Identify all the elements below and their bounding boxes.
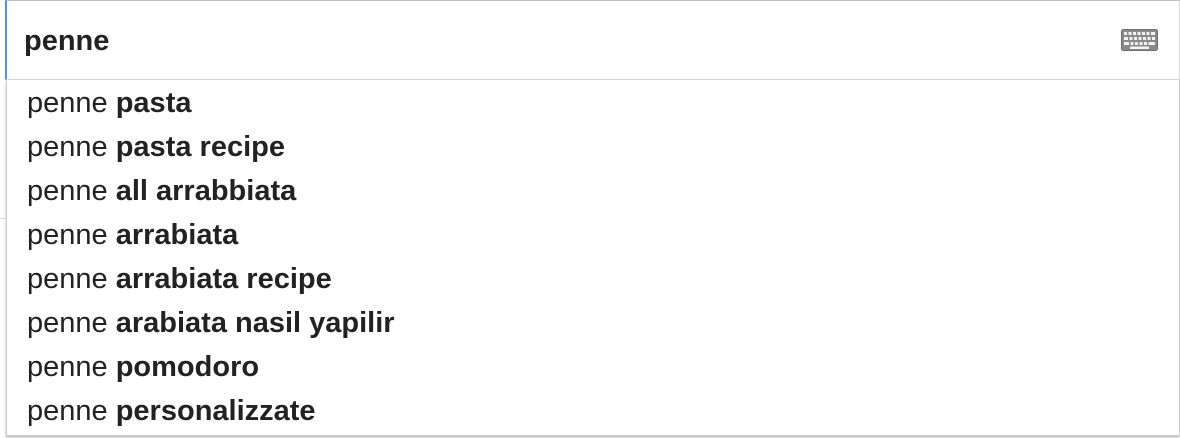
suggestion-item[interactable]: penne arrabiata [7, 213, 1179, 257]
suggestion-prefix: penne [27, 131, 108, 163]
suggestion-item[interactable]: penne all arrabbiata [7, 169, 1179, 213]
suggestion-completion: pasta recipe [115, 131, 285, 163]
suggestions-dropdown: penne pasta penne pasta recipe penne all… [6, 80, 1180, 436]
suggestion-item[interactable]: penne personalizzate [7, 389, 1179, 433]
suggestion-prefix: penne [27, 219, 108, 251]
search-page: penne pasta penne pasta recipe penne all… [0, 0, 1180, 438]
suggestion-prefix: penne [27, 307, 108, 339]
search-box[interactable] [5, 0, 1180, 80]
suggestion-completion: pasta [115, 87, 192, 119]
suggestion-completion: pomodoro [115, 351, 260, 383]
suggestion-completion: all arrabbiata [115, 175, 297, 207]
suggestion-completion: arabiata nasil yapilir [115, 307, 395, 339]
suggestion-prefix: penne [27, 87, 108, 119]
suggestion-item[interactable]: penne pasta recipe [7, 125, 1179, 169]
suggestion-prefix: penne [27, 175, 108, 207]
suggestion-prefix: penne [27, 395, 108, 427]
suggestion-item[interactable]: penne pasta [7, 81, 1179, 125]
suggestion-item[interactable]: penne arrabiata recipe [7, 257, 1179, 301]
suggestion-completion: arrabiata recipe [115, 263, 332, 295]
suggestion-prefix: penne [27, 263, 108, 295]
suggestion-completion: arrabiata [115, 219, 239, 251]
suggestion-item[interactable]: penne pomodoro [7, 345, 1179, 389]
suggestion-prefix: penne [27, 351, 108, 383]
suggestion-completion: personalizzate [115, 395, 316, 427]
suggestion-item[interactable]: penne arabiata nasil yapilir [7, 301, 1179, 345]
keyboard-icon[interactable] [1121, 29, 1158, 51]
search-input[interactable] [24, 23, 1084, 59]
